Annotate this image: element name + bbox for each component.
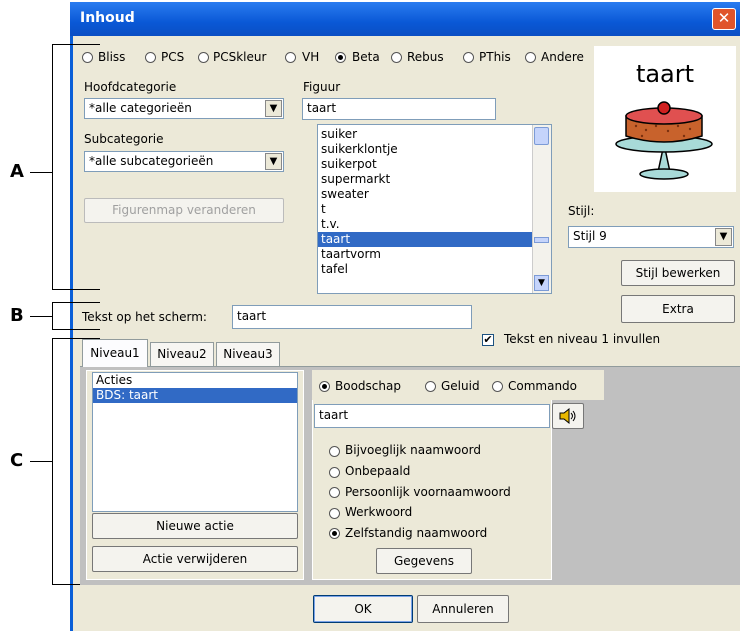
figuur-label: Figuur [303, 80, 341, 94]
figurenmap-veranderen-button[interactable]: Figurenmap veranderen [84, 198, 284, 223]
speaker-icon [559, 408, 576, 424]
radio-persoonlijk-voornaamwoord[interactable] [329, 487, 340, 498]
actie-verwijderen-button[interactable]: Actie verwijderen [92, 546, 298, 572]
radio-commando-label: Commando [508, 379, 578, 393]
radio-werkwoord[interactable] [329, 508, 340, 519]
tab-niveau1[interactable]: Niveau1 [82, 339, 148, 367]
fill-level1-label: Tekst en niveau 1 invullen [504, 332, 661, 346]
window-title: Inhoud [80, 10, 135, 26]
hoofdcategorie-value: *alle categorieën [89, 101, 192, 115]
section-a-leader [30, 172, 52, 173]
hoofdcategorie-label: Hoofdcategorie [84, 80, 177, 94]
radio-zelfstandig-naamwoord[interactable] [329, 528, 340, 539]
radio-commando[interactable] [492, 381, 503, 392]
chevron-down-icon[interactable]: ▼ [715, 228, 732, 246]
callout-b: B [10, 305, 24, 326]
figure-list[interactable]: suiker suikerklontje suikerpot supermark… [317, 124, 552, 294]
radio-geluid[interactable] [425, 381, 436, 392]
radio-vh-label: VH [302, 50, 320, 64]
radio-onbepaald[interactable] [329, 467, 340, 478]
radio-geluid-label: Geluid [441, 379, 480, 393]
radio-boodschap[interactable] [319, 381, 330, 392]
stijl-bewerken-button[interactable]: Stijl bewerken [621, 260, 735, 286]
radio-rebus-label: Rebus [407, 50, 444, 64]
subcategorie-label: Subcategorie [84, 132, 164, 146]
radio-pthis-label: PThis [479, 50, 511, 64]
actions-header: Acties [96, 373, 133, 387]
radio-werkwoord-label: Werkwoord [345, 505, 413, 519]
message-input[interactable]: taart [314, 404, 550, 428]
stijl-value: Stijl 9 [573, 229, 607, 243]
close-icon: ✕ [717, 9, 731, 27]
list-item[interactable]: supermarkt [318, 172, 532, 187]
radio-onbepaald-label: Onbepaald [345, 464, 411, 478]
radio-zelfstandig-label: Zelfstandig naamwoord [345, 526, 488, 540]
radio-pcskleur-label: PCSkleur [213, 50, 267, 64]
hoofdcategorie-select[interactable]: *alle categorieën ▼ [84, 98, 284, 119]
subcategorie-select[interactable]: *alle subcategorieën ▼ [84, 151, 284, 172]
radio-bijvoeglijk-naamwoord[interactable] [329, 446, 340, 457]
radio-pcs-label: PCS [161, 50, 185, 64]
list-item[interactable]: t.v. [318, 217, 532, 232]
tab-niveau3[interactable]: Niveau3 [216, 342, 280, 367]
tab-niveau2[interactable]: Niveau2 [150, 342, 214, 367]
radio-boodschap-label: Boodschap [335, 379, 401, 393]
radio-andere-label: Andere [541, 50, 584, 64]
radio-andere[interactable] [525, 52, 536, 63]
radio-bliss[interactable] [82, 52, 93, 63]
radio-rebus[interactable] [391, 52, 402, 63]
radio-pcskleur[interactable] [198, 52, 209, 63]
figure-list-items: suiker suikerklontje suikerpot supermark… [318, 127, 532, 277]
list-item[interactable]: sweater [318, 187, 532, 202]
stijl-label: Stijl: [568, 204, 595, 218]
radio-beta[interactable] [335, 52, 346, 63]
callout-a: A [10, 161, 24, 182]
subcategorie-value: *alle subcategorieën [89, 154, 214, 168]
title-bar[interactable] [70, 2, 740, 36]
chevron-down-icon[interactable]: ▼ [265, 100, 282, 117]
scroll-thumb[interactable] [534, 127, 549, 145]
section-c-leader [30, 461, 52, 462]
list-item-selected[interactable]: BDS: taart [93, 388, 297, 403]
figure-list-scrollbar[interactable]: ▼ [532, 125, 551, 293]
list-item-selected[interactable]: taart [318, 232, 532, 247]
extra-button[interactable]: Extra [621, 295, 735, 323]
radio-bliss-label: Bliss [98, 50, 126, 64]
scroll-down-icon[interactable]: ▼ [534, 275, 549, 291]
preview-title: taart [635, 60, 695, 88]
radio-bijvoeglijk-label: Bijvoeglijk naamwoord [345, 443, 481, 457]
list-item[interactable]: taartvorm [318, 247, 532, 262]
radio-pcs[interactable] [145, 52, 156, 63]
list-item[interactable]: t [318, 202, 532, 217]
gegevens-button[interactable]: Gegevens [376, 548, 472, 574]
list-item[interactable]: suiker [318, 127, 532, 142]
list-item[interactable]: suikerpot [318, 157, 532, 172]
screen-text-label: Tekst op het scherm: [82, 310, 207, 324]
close-button[interactable]: ✕ [712, 8, 736, 30]
fill-level1-checkbox[interactable]: ✔ [482, 334, 494, 346]
radio-beta-label: Beta [352, 50, 380, 64]
annuleren-button[interactable]: Annuleren [417, 595, 509, 623]
nieuwe-actie-button[interactable]: Nieuwe actie [92, 513, 298, 539]
scroll-thumb-lower [534, 237, 549, 243]
cake-picture [615, 101, 713, 180]
screen-text-input[interactable]: taart [232, 305, 472, 329]
stijl-select[interactable]: Stijl 9 ▼ [568, 226, 734, 248]
list-item[interactable]: tafel [318, 262, 532, 277]
figuur-input[interactable]: taart [302, 98, 496, 120]
radio-vh[interactable] [285, 52, 296, 63]
list-item[interactable]: suikerklontje [318, 142, 532, 157]
callout-c: C [10, 450, 24, 471]
radio-persoonlijk-label: Persoonlijk voornaamwoord [345, 485, 511, 499]
radio-pthis[interactable] [463, 52, 474, 63]
actions-list[interactable]: Acties BDS: taart [92, 372, 298, 512]
ok-button[interactable]: OK [313, 595, 413, 623]
section-b-leader [30, 316, 52, 317]
chevron-down-icon[interactable]: ▼ [265, 153, 282, 170]
